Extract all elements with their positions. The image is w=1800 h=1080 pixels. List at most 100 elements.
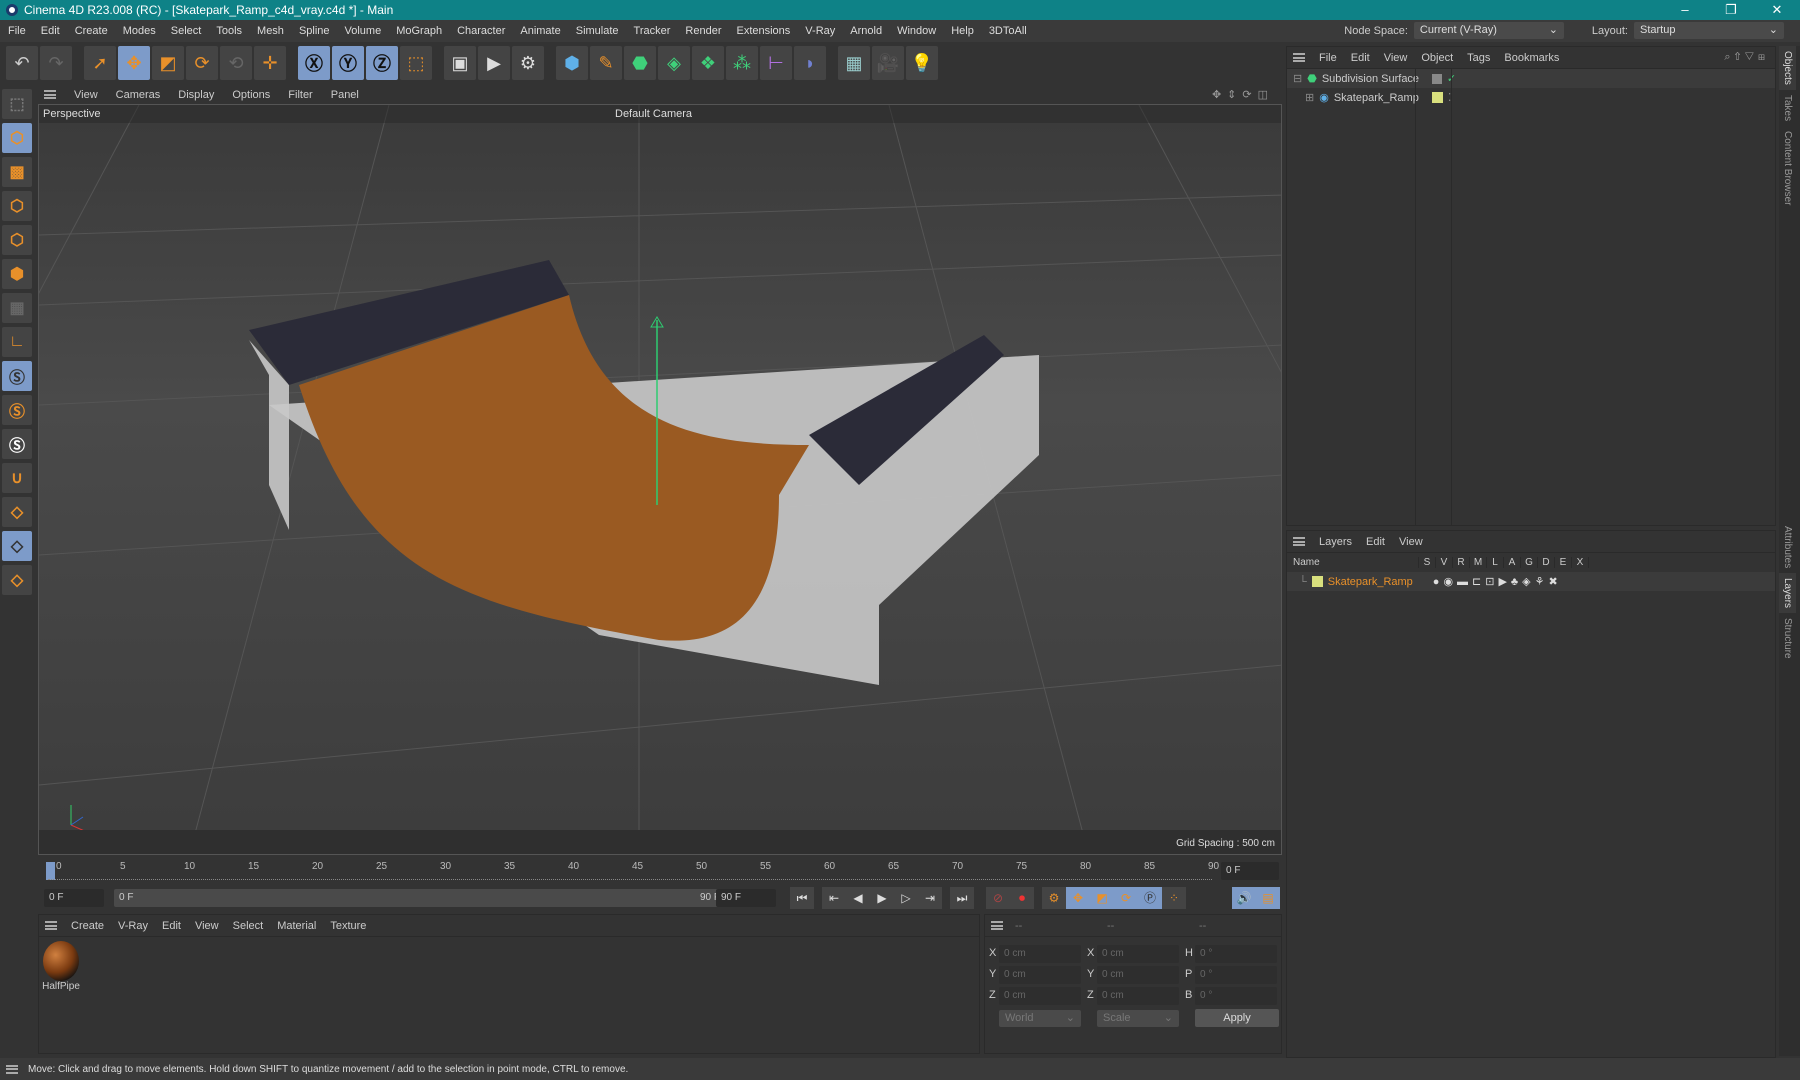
current-frame-field[interactable]: 0 F bbox=[1221, 862, 1279, 880]
coord-field[interactable]: 0 cm bbox=[999, 966, 1081, 984]
menu-modes[interactable]: Modes bbox=[123, 25, 156, 37]
coord-field[interactable]: 0 ° bbox=[1195, 945, 1277, 963]
coord-mode-select[interactable]: Scale ⌄ bbox=[1097, 1010, 1179, 1027]
coord-field[interactable]: 0 cm bbox=[999, 987, 1081, 1005]
layer-column-header[interactable]: E bbox=[1555, 557, 1572, 568]
magnet-button[interactable]: ∪ bbox=[2, 463, 32, 493]
layers-menu-view[interactable]: View bbox=[1399, 536, 1423, 548]
uv-mode-button[interactable]: ▦ bbox=[2, 293, 32, 323]
layers-menu-layers[interactable]: Layers bbox=[1319, 536, 1352, 548]
menu-select[interactable]: Select bbox=[171, 25, 202, 37]
menu-vray[interactable]: V-Ray bbox=[805, 25, 835, 37]
tab-objects[interactable]: Objects bbox=[1779, 46, 1796, 90]
objects-search-icons[interactable]: ⌕⇧▽⊞ bbox=[1724, 51, 1769, 64]
layer-swatch[interactable] bbox=[1431, 73, 1442, 84]
go-to-end-button[interactable]: ⏭ bbox=[950, 887, 974, 909]
coord-field[interactable]: 0 cm bbox=[1097, 945, 1179, 963]
camera-button[interactable]: 🎥 bbox=[872, 46, 904, 80]
obj-menu-file[interactable]: File bbox=[1319, 52, 1337, 64]
next-frame-button[interactable]: ▷ bbox=[894, 887, 918, 909]
menu-mograph[interactable]: MoGraph bbox=[396, 25, 442, 37]
scale-tool-button[interactable]: ◩ bbox=[152, 46, 184, 80]
menu-create[interactable]: Create bbox=[75, 25, 108, 37]
key-pla-button[interactable]: ⁘ bbox=[1162, 887, 1186, 909]
texture-mode-button[interactable]: ▩ bbox=[2, 157, 32, 187]
tab-layers[interactable]: Layers bbox=[1779, 572, 1796, 613]
make-editable-button[interactable]: ⬚ bbox=[2, 89, 32, 119]
viewport-menu-cameras[interactable]: Cameras bbox=[116, 89, 161, 101]
material-item[interactable]: HalfPipe bbox=[41, 941, 81, 992]
snap-enable-button[interactable]: Ⓢ bbox=[2, 429, 32, 459]
x-axis-lock-button[interactable]: Ⓧ bbox=[298, 46, 330, 80]
pen-spline-button[interactable]: ✎ bbox=[590, 46, 622, 80]
menu-spline[interactable]: Spline bbox=[299, 25, 330, 37]
extrude-button[interactable]: ◈ bbox=[658, 46, 690, 80]
layer-row[interactable]: └ Skatepark_Ramp ●◉▬⊏⊡▶♣◈⚘✖ bbox=[1287, 572, 1775, 591]
psr-button[interactable]: ⟲ bbox=[220, 46, 252, 80]
prev-frame-button[interactable]: ◀ bbox=[846, 887, 870, 909]
move-tool-button[interactable]: ✥ bbox=[118, 46, 150, 80]
layer-column-header[interactable]: X bbox=[1572, 557, 1589, 568]
render-view-button[interactable]: ▣ bbox=[444, 46, 476, 80]
obj-menu-edit[interactable]: Edit bbox=[1351, 52, 1370, 64]
apply-button[interactable]: Apply bbox=[1195, 1009, 1279, 1027]
light-button[interactable]: 💡 bbox=[906, 46, 938, 80]
frame-range-slider[interactable]: 0 F 90 F bbox=[114, 889, 730, 907]
points-mode-button[interactable]: ⬡ bbox=[2, 191, 32, 221]
object-row-skatepark[interactable]: ⊞ ◉ Skatepark_Ramp ⁚ bbox=[1287, 88, 1775, 107]
layer-column-header[interactable]: D bbox=[1538, 557, 1555, 568]
field-button[interactable]: ◗ bbox=[794, 46, 826, 80]
node-space-select[interactable]: Current (V-Ray) ⌄ bbox=[1413, 22, 1564, 39]
select-tool-button[interactable]: ➚ bbox=[84, 46, 116, 80]
key-param-button[interactable]: Ⓟ bbox=[1138, 887, 1162, 909]
coord-field[interactable]: 0 cm bbox=[999, 945, 1081, 963]
menu-animate[interactable]: Animate bbox=[520, 25, 560, 37]
mograph-button[interactable]: ⁂ bbox=[726, 46, 758, 80]
viewport-menu-icon[interactable] bbox=[44, 90, 56, 99]
coord-field[interactable]: 0 cm bbox=[1097, 987, 1179, 1005]
coord-space-select[interactable]: World ⌄ bbox=[999, 1010, 1081, 1027]
mat-menu-create[interactable]: Create bbox=[71, 920, 104, 932]
coord-field[interactable]: 0 cm bbox=[1097, 966, 1179, 984]
menu-extensions[interactable]: Extensions bbox=[736, 25, 790, 37]
y-axis-lock-button[interactable]: Ⓨ bbox=[332, 46, 364, 80]
key-position-button[interactable]: ✥ bbox=[1066, 887, 1090, 909]
playhead[interactable] bbox=[46, 862, 55, 880]
viewport-menu-options[interactable]: Options bbox=[232, 89, 270, 101]
viewport-nav-icons[interactable]: ✥⇕⟳◫ bbox=[1212, 88, 1274, 101]
play-button[interactable]: ▶ bbox=[870, 887, 894, 909]
cloner-button[interactable]: ❖ bbox=[692, 46, 724, 80]
axis-mode-button[interactable]: ∟ bbox=[2, 327, 32, 357]
menu-mesh[interactable]: Mesh bbox=[257, 25, 284, 37]
mat-menu-select[interactable]: Select bbox=[233, 920, 264, 932]
timeline-ruler[interactable]: 0 5 10 15 20 25 30 35 40 45 50 55 60 65 70 75 80 85 90 0 F bbox=[38, 858, 1282, 886]
viewport-menu-display[interactable]: Display bbox=[178, 89, 214, 101]
render-picture-viewer-button[interactable]: ▶ bbox=[478, 46, 510, 80]
go-to-start-button[interactable]: ⏮ bbox=[790, 887, 814, 909]
menu-simulate[interactable]: Simulate bbox=[576, 25, 619, 37]
status-menu-icon[interactable] bbox=[6, 1064, 18, 1074]
viewport-perspective[interactable]: Perspective Default Camera Grid Spacing … bbox=[38, 104, 1282, 855]
axis-move-button[interactable]: ✛ bbox=[254, 46, 286, 80]
layers-menu-icon[interactable] bbox=[1293, 537, 1305, 546]
deformer-button[interactable]: ⊢ bbox=[760, 46, 792, 80]
layer-column-header[interactable]: V bbox=[1436, 557, 1453, 568]
layer-column-header[interactable]: M bbox=[1470, 557, 1487, 568]
layer-color-swatch[interactable] bbox=[1311, 576, 1323, 587]
autokey-button[interactable]: ⏺ bbox=[1010, 887, 1034, 909]
menu-3dtoall[interactable]: 3DToAll bbox=[989, 25, 1027, 37]
menu-tools[interactable]: Tools bbox=[216, 25, 242, 37]
lock-workplane-button[interactable]: ◇ bbox=[2, 531, 32, 561]
layout-select[interactable]: Startup ⌄ bbox=[1634, 22, 1784, 39]
coord-field[interactable]: 0 ° bbox=[1195, 966, 1277, 984]
viewport-menu-panel[interactable]: Panel bbox=[331, 89, 359, 101]
tab-content-browser[interactable]: Content Browser bbox=[1779, 126, 1796, 210]
mat-menu-material[interactable]: Material bbox=[277, 920, 316, 932]
timeline-window-button[interactable]: ▤ bbox=[1256, 887, 1280, 909]
coords-menu-icon[interactable] bbox=[991, 921, 1003, 930]
next-key-button[interactable]: ⇥ bbox=[918, 887, 942, 909]
layer-swatch[interactable] bbox=[1431, 92, 1443, 103]
z-axis-lock-button[interactable]: Ⓩ bbox=[366, 46, 398, 80]
record-button[interactable]: ⊘ bbox=[986, 887, 1010, 909]
obj-menu-view[interactable]: View bbox=[1384, 52, 1408, 64]
